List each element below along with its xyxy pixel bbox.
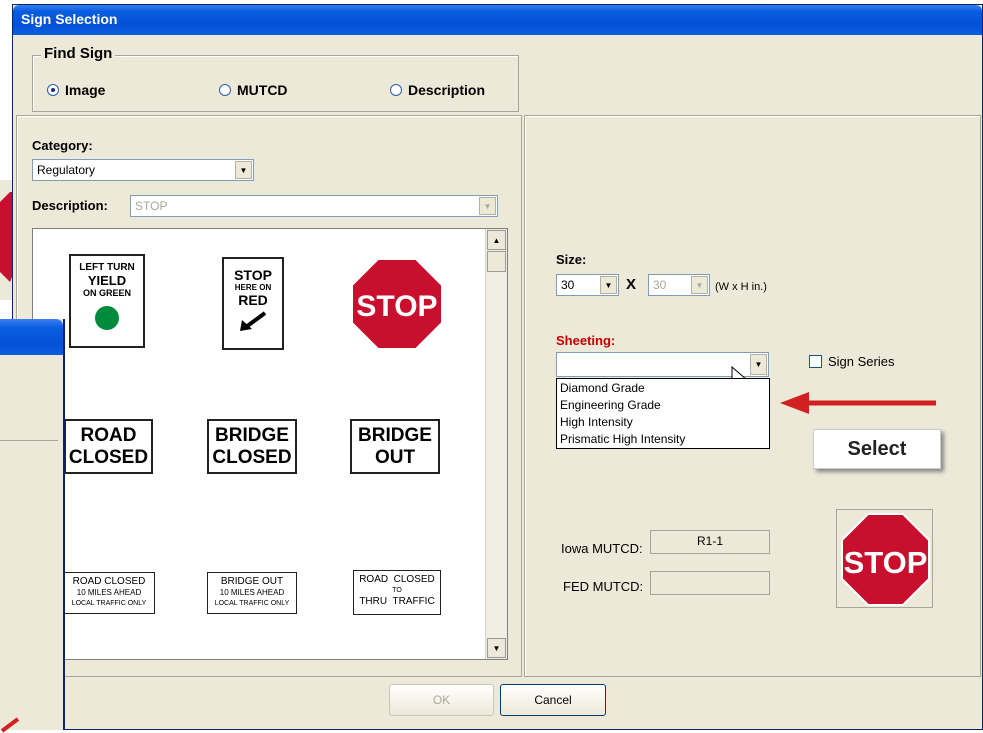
sheeting-option[interactable]: Engineering Grade [557,397,769,414]
radio-mutcd-label: MUTCD [237,82,288,98]
category-label: Category: [32,138,93,153]
preview-text: STOP [844,545,928,580]
category-value: Regulatory [37,163,96,177]
sign-left-turn-yield[interactable]: LEFT TURN YIELD ON GREEN [69,254,145,348]
iowa-mutcd-label: Iowa MUTCD: [561,541,643,556]
sign-series-label: Sign Series [828,354,895,369]
sign-line: CLOSED [68,447,149,468]
dialog-title: Sign Selection [13,5,982,35]
sign-line: BRIDGE [358,425,432,446]
sign-stop-here-on-red[interactable]: STOP HERE ON RED [222,257,284,350]
secondary-window-titlebar [0,319,63,355]
description-select[interactable]: STOP ▼ [130,195,498,217]
sign-line: STOP [234,267,272,283]
chevron-down-icon[interactable]: ▼ [235,161,252,179]
ok-button[interactable]: OK [389,684,494,716]
radio-description[interactable]: Description [390,82,485,98]
secondary-window-divider [0,440,58,441]
sign-bridge-out[interactable]: BRIDGE OUT [350,419,440,474]
sign-line: 10 MILES AHEAD [76,588,142,597]
arrow-left-icon [780,392,936,414]
sign-stop-octagon[interactable]: STOP [351,258,443,350]
sign-selection-dialog: Sign Selection Find Sign Image MUTCD Des… [12,4,983,730]
sign-road-closed-ahead[interactable]: ROAD CLOSED 10 MILES AHEAD LOCAL TRAFFIC… [63,572,155,614]
sign-line: LOCAL TRAFFIC ONLY [71,600,147,607]
category-select[interactable]: Regulatory ▼ [32,159,254,181]
find-sign-title: Find Sign [41,45,116,62]
radio-mutcd-dot[interactable] [219,84,231,96]
sign-preview: STOP [836,509,933,608]
green-light-icon [95,306,119,330]
sign-line: YIELD [87,273,127,288]
size-label: Size: [556,252,587,267]
fed-mutcd-label: FED MUTCD: [563,579,644,594]
radio-mutcd[interactable]: MUTCD [219,82,288,98]
sign-bridge-closed[interactable]: BRIDGE CLOSED [207,419,297,474]
sign-line: LEFT TURN [79,262,135,273]
iowa-mutcd-field: R1-1 [650,530,770,554]
chevron-down-icon[interactable]: ▼ [691,276,708,294]
sign-line: HERE ON [234,283,272,292]
fed-mutcd-field [650,571,770,595]
sign-bridge-out-ahead[interactable]: BRIDGE OUT 10 MILES AHEAD LOCAL TRAFFIC … [207,572,297,614]
sheeting-label: Sheeting: [556,333,616,348]
select-callout: Select [813,429,941,469]
sign-line: ROAD CLOSED [359,574,435,585]
sign-line: RED [238,292,268,308]
radio-description-dot[interactable] [390,84,402,96]
size-unit-label: (W x H in.) [715,281,767,293]
description-label: Description: [32,198,108,213]
size-width-value: 30 [561,278,575,292]
sign-line: ON GREEN [82,288,131,298]
sign-line: ROAD [80,425,137,446]
sheeting-option[interactable]: High Intensity [557,414,769,431]
sign-list-scrollbar[interactable]: ▲ ▼ [485,229,507,659]
sheeting-option[interactable]: Diamond Grade [557,380,769,397]
radio-image-label: Image [65,82,106,98]
arrow-down-left-icon [240,311,267,331]
sign-line: BRIDGE [215,425,289,446]
sign-line: THRU TRAFFIC [359,596,435,607]
description-value: STOP [135,199,168,213]
sign-line: LOCAL TRAFFIC ONLY [214,600,290,607]
scroll-down-button[interactable]: ▼ [487,638,506,658]
chevron-down-icon[interactable]: ▼ [479,197,496,215]
sign-road-closed-thru[interactable]: ROAD CLOSED TO THRU TRAFFIC [353,570,441,615]
size-times-label: X [626,276,637,293]
sign-line: TO [392,587,402,594]
chevron-down-icon[interactable]: ▼ [600,276,617,294]
radio-description-label: Description [408,82,486,98]
sheeting-option[interactable]: Prismatic High Intensity [557,431,769,448]
sign-series-box[interactable] [809,355,822,368]
sign-line: CLOSED [212,447,292,468]
size-height-select[interactable]: 30 ▼ [648,274,710,296]
scroll-thumb[interactable] [487,251,506,272]
sheeting-dropdown-list[interactable]: Diamond Grade Engineering Grade High Int… [556,378,770,449]
sign-line: 10 MILES AHEAD [219,588,285,597]
sign-line: ROAD CLOSED [72,576,146,587]
radio-image-dot[interactable] [47,84,59,96]
sign-image-list[interactable]: LEFT TURN YIELD ON GREEN STOP HERE ON RE… [32,228,508,660]
cancel-button[interactable]: Cancel [500,684,606,716]
find-sign-group: Find Sign Image MUTCD Description [32,45,519,112]
sign-line: STOP [356,290,437,323]
size-width-select[interactable]: 30 ▼ [556,274,619,296]
size-height-value: 30 [653,278,667,292]
red-arrow-fragment-icon [0,717,20,733]
chevron-down-icon[interactable]: ▼ [750,354,767,375]
sign-line: BRIDGE OUT [220,576,284,587]
radio-image[interactable]: Image [47,82,105,98]
sign-road-closed[interactable]: ROAD CLOSED [64,419,153,474]
sign-line: OUT [374,447,416,468]
secondary-window [0,319,65,733]
sign-series-checkbox[interactable]: Sign Series [809,354,894,369]
scroll-up-button[interactable]: ▲ [487,230,506,250]
